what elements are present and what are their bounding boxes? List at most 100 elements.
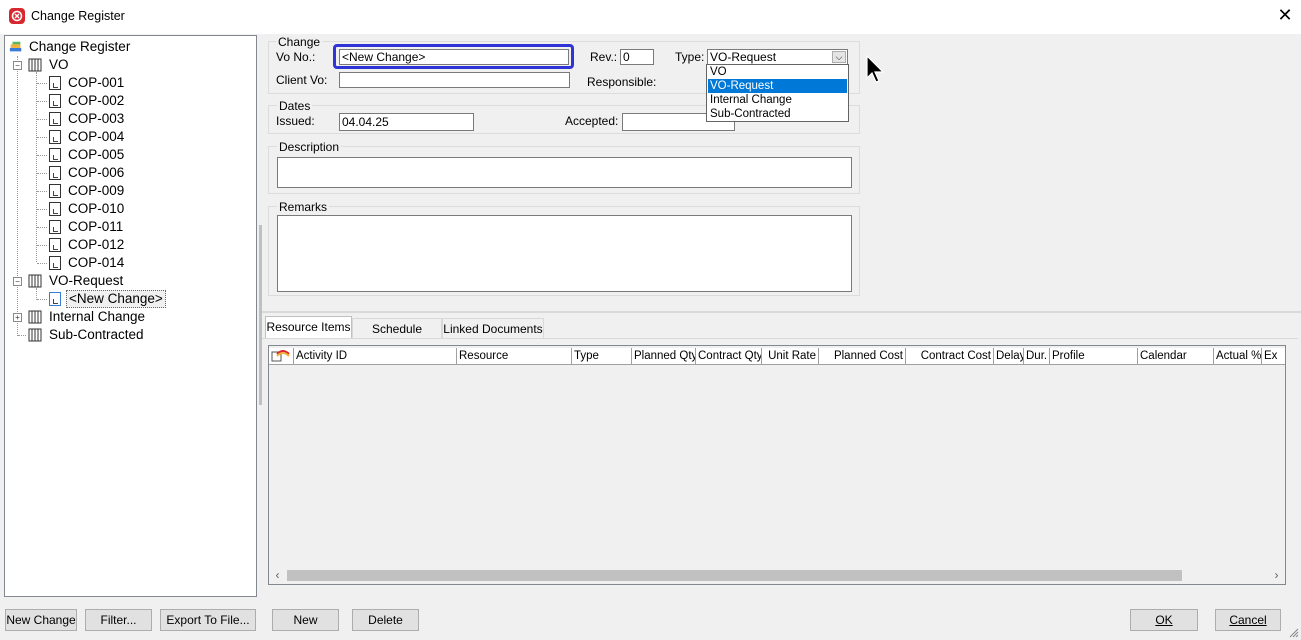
tree-item-cop[interactable]: COP-006 bbox=[5, 164, 245, 182]
type-label: Type: bbox=[675, 50, 705, 64]
tree-node-label: VO bbox=[49, 57, 69, 72]
tree-root-label: Change Register bbox=[29, 39, 131, 54]
tree-item-cop[interactable]: COP-002 bbox=[5, 92, 245, 110]
column-header[interactable]: Actual % bbox=[1214, 348, 1262, 364]
tree-node-vo[interactable]: − VO bbox=[5, 56, 245, 74]
column-header[interactable]: Unit Rate bbox=[762, 348, 819, 364]
app-icon bbox=[9, 8, 25, 24]
ok-button-label: OK bbox=[1155, 613, 1173, 627]
tree-item-cop[interactable]: COP-004 bbox=[5, 128, 245, 146]
ok-button[interactable]: OK bbox=[1130, 609, 1198, 631]
tree-item-label: COP-010 bbox=[68, 201, 125, 216]
export-to-file-button[interactable]: Export To File... bbox=[160, 609, 256, 631]
grid-corner-icon[interactable] bbox=[269, 348, 294, 364]
grid-header: Activity ID Resource Type Planned Qty Co… bbox=[269, 348, 1285, 365]
scroll-left-icon[interactable]: ‹ bbox=[269, 567, 286, 584]
horizontal-scrollbar[interactable]: ‹ › bbox=[269, 567, 1285, 584]
collapse-icon[interactable]: − bbox=[13, 61, 22, 70]
document-icon bbox=[49, 202, 61, 216]
issued-input[interactable]: 04.04.25 bbox=[339, 113, 474, 131]
column-header[interactable]: Activity ID bbox=[294, 348, 457, 364]
client-vo-input[interactable] bbox=[339, 72, 570, 88]
column-header[interactable]: Delay bbox=[994, 348, 1024, 364]
close-icon[interactable]: ✕ bbox=[1275, 4, 1295, 26]
type-option-vo-request[interactable]: VO-Request bbox=[708, 79, 847, 93]
resource-items-grid[interactable]: Activity ID Resource Type Planned Qty Co… bbox=[268, 345, 1286, 585]
document-icon bbox=[49, 112, 61, 126]
register-icon bbox=[9, 41, 22, 52]
responsible-label: Responsible: bbox=[587, 75, 657, 89]
new-change-button[interactable]: New Change bbox=[5, 609, 77, 631]
tree-item-label: COP-011 bbox=[68, 219, 124, 234]
tree-item-cop[interactable]: COP-009 bbox=[5, 182, 245, 200]
type-option-internal-change[interactable]: Internal Change bbox=[708, 93, 847, 107]
type-select[interactable]: VO-Request ⌵ bbox=[707, 49, 848, 65]
tab-resource-items[interactable]: Resource Items bbox=[265, 316, 352, 338]
tree-item-cop[interactable]: COP-014 bbox=[5, 254, 245, 272]
column-header[interactable]: Calendar bbox=[1138, 348, 1214, 364]
vo-no-label: Vo No.: bbox=[276, 50, 316, 64]
tree-item-cop[interactable]: COP-001 bbox=[5, 74, 245, 92]
tree-item-label: COP-003 bbox=[68, 111, 125, 126]
resize-grip-icon[interactable] bbox=[1287, 626, 1299, 638]
cancel-button[interactable]: Cancel bbox=[1215, 609, 1281, 631]
document-icon bbox=[49, 166, 61, 180]
column-header[interactable]: Resource bbox=[457, 348, 572, 364]
delete-button[interactable]: Delete bbox=[352, 609, 419, 631]
column-header[interactable]: Dur. bbox=[1024, 348, 1050, 364]
rev-input[interactable]: 0 bbox=[620, 49, 654, 65]
column-header[interactable]: Contract Qty bbox=[696, 348, 762, 364]
expand-icon[interactable]: + bbox=[13, 313, 22, 322]
vo-no-input[interactable]: <New Change> bbox=[339, 49, 569, 65]
new-button[interactable]: New bbox=[272, 609, 339, 631]
tree-item-label: COP-006 bbox=[68, 165, 125, 180]
remarks-input[interactable] bbox=[277, 215, 852, 292]
document-icon bbox=[49, 256, 61, 270]
document-icon bbox=[49, 238, 61, 252]
tab-schedule-impact[interactable]: Schedule Impact bbox=[352, 318, 442, 356]
tree-item-label: COP-012 bbox=[68, 237, 125, 252]
change-tree[interactable]: Change Register − VO COP-001 COP-002 COP… bbox=[4, 35, 257, 597]
tree-item-new-change[interactable]: <New Change> bbox=[5, 290, 245, 308]
tree-item-cop[interactable]: COP-003 bbox=[5, 110, 245, 128]
tab-linked-documents[interactable]: Linked Documents bbox=[442, 318, 544, 338]
issued-label: Issued: bbox=[276, 114, 315, 128]
binder-icon bbox=[28, 58, 42, 72]
type-dropdown-list[interactable]: VO VO-Request Internal Change Sub-Contra… bbox=[706, 64, 849, 122]
title-bar: Change Register ✕ bbox=[0, 0, 1301, 34]
tree-item-cop[interactable]: COP-005 bbox=[5, 146, 245, 164]
scrollbar-thumb[interactable] bbox=[287, 570, 1182, 581]
column-header[interactable]: Type bbox=[572, 348, 632, 364]
scroll-right-icon[interactable]: › bbox=[1268, 567, 1285, 584]
tree-node-label: VO-Request bbox=[49, 273, 124, 288]
tree-item-label: COP-014 bbox=[68, 255, 125, 270]
tree-node-internal-change[interactable]: + Internal Change bbox=[5, 308, 245, 326]
chevron-down-icon[interactable]: ⌵ bbox=[832, 51, 846, 63]
filter-button[interactable]: Filter... bbox=[85, 609, 152, 631]
type-option-vo[interactable]: VO bbox=[708, 65, 847, 79]
rev-label: Rev.: bbox=[590, 50, 618, 64]
document-icon bbox=[49, 148, 61, 162]
description-input[interactable] bbox=[277, 157, 852, 188]
tree-item-cop[interactable]: COP-010 bbox=[5, 200, 245, 218]
collapse-icon[interactable]: − bbox=[13, 277, 22, 286]
column-header[interactable]: Profile bbox=[1050, 348, 1138, 364]
window-title: Change Register bbox=[31, 9, 125, 23]
column-header[interactable]: Planned Cost bbox=[819, 348, 906, 364]
document-icon bbox=[49, 76, 61, 90]
tree-node-sub-contracted[interactable]: Sub-Contracted bbox=[5, 326, 245, 344]
tree-item-cop[interactable]: COP-011 bbox=[5, 218, 245, 236]
document-icon bbox=[49, 220, 61, 234]
column-header[interactable]: Planned Qty bbox=[632, 348, 696, 364]
type-option-sub-contracted[interactable]: Sub-Contracted bbox=[708, 107, 847, 121]
tree-item-cop[interactable]: COP-012 bbox=[5, 236, 245, 254]
tree-node-label: Sub-Contracted bbox=[49, 327, 144, 342]
column-header[interactable]: Contract Cost bbox=[906, 348, 994, 364]
binder-icon bbox=[28, 274, 42, 288]
dates-group-label: Dates bbox=[277, 99, 313, 113]
binder-icon bbox=[28, 310, 42, 324]
document-icon bbox=[49, 184, 61, 198]
column-header[interactable]: Ex bbox=[1262, 348, 1285, 364]
tree-node-vo-request[interactable]: − VO-Request bbox=[5, 272, 245, 290]
change-group-label: Change bbox=[276, 35, 323, 49]
